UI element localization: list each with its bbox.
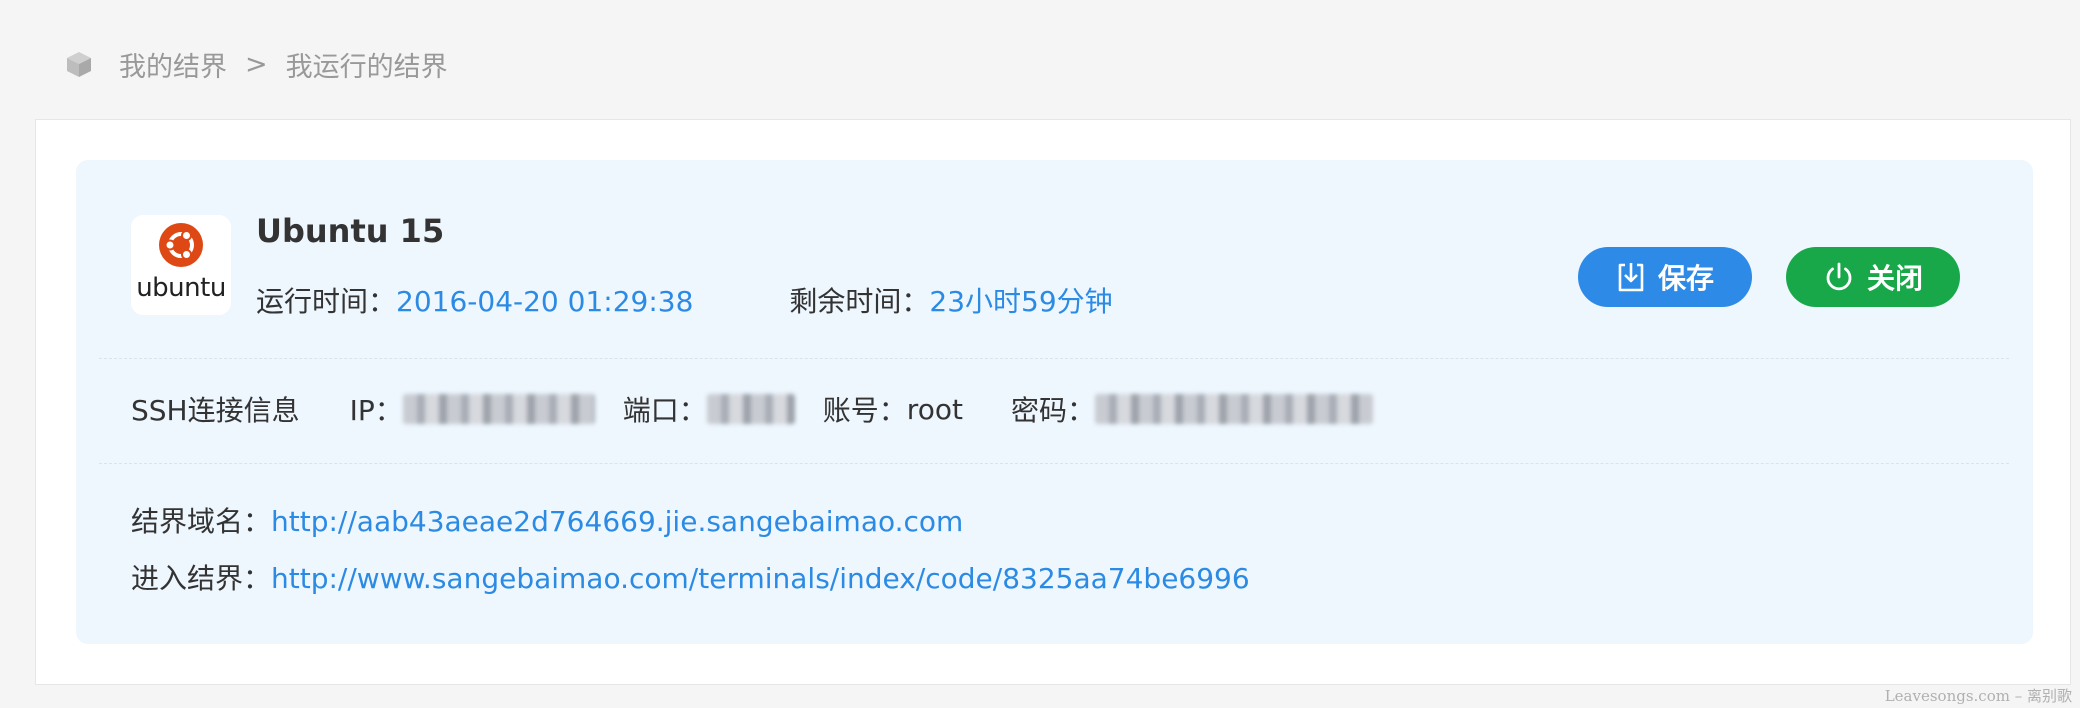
watermark: Leavesongs.com – 离别歌 [1884, 687, 2072, 705]
divider [99, 463, 2009, 464]
ssh-ip-redacted [402, 394, 595, 424]
close-button[interactable]: 关闭 [1786, 247, 1960, 307]
enter-row: 进入结界：http://www.sangebaimao.com/terminal… [131, 557, 1250, 597]
run-time-label: 运行时间： [256, 285, 397, 318]
terminal-card: ubuntu Ubuntu 15 运行时间：2016-04-20 01:29:3… [35, 119, 2071, 685]
ssh-port-label: 端口： [622, 394, 707, 427]
save-button-label: 保存 [1657, 262, 1714, 295]
domain-row: 结界域名：http://aab43aeae2d764669.jie.sangeb… [131, 500, 963, 540]
run-time-value: 2016-04-20 01:29:38 [396, 285, 694, 318]
ubuntu-logo-text: ubuntu [136, 273, 226, 303]
ssh-account-label: 账号： [822, 394, 907, 427]
ubuntu-logo: ubuntu [131, 215, 231, 315]
ssh-port-redacted [706, 394, 795, 424]
save-download-icon [1618, 263, 1644, 292]
time-info: 运行时间：2016-04-20 01:29:38 剩余时间：23小时59分钟 [256, 280, 1113, 320]
ssh-password-redacted [1094, 394, 1373, 424]
save-button[interactable]: 保存 [1578, 247, 1752, 307]
terminal-title: Ubuntu 15 [256, 212, 445, 250]
breadcrumb-current[interactable]: 我运行的结界 [286, 45, 448, 84]
domain-label: 结界域名： [131, 505, 272, 538]
ssh-title: SSH连接信息 [131, 394, 300, 427]
remaining-time-label: 剩余时间： [789, 285, 930, 318]
ssh-ip-label: IP： [349, 394, 403, 427]
ssh-account: 账号： root [823, 389, 963, 429]
close-button-label: 关闭 [1866, 262, 1923, 295]
enter-label: 进入结界： [131, 562, 272, 595]
enter-link[interactable]: http://www.sangebaimao.com/terminals/ind… [271, 562, 1250, 595]
terminal-panel: ubuntu Ubuntu 15 运行时间：2016-04-20 01:29:3… [76, 160, 2033, 644]
breadcrumb: 我的结界 > 我运行的结界 [64, 44, 448, 84]
domain-link[interactable]: http://aab43aeae2d764669.jie.sangebaimao… [271, 505, 963, 538]
divider [99, 358, 2009, 359]
ssh-ip: IP： [350, 389, 595, 429]
power-icon [1826, 262, 1852, 291]
remaining-time-value: 23小时59分钟 [929, 285, 1113, 318]
ubuntu-circle-of-friends-icon [159, 223, 203, 267]
ssh-password-label: 密码： [1010, 394, 1095, 427]
breadcrumb-separator: > [245, 48, 268, 80]
breadcrumb-root-link[interactable]: 我的结界 [119, 45, 227, 84]
ssh-port: 端口： [623, 389, 795, 429]
cube-icon [67, 52, 91, 77]
ssh-info: SSH连接信息 IP： 端口： 账号： root 密码： [131, 386, 1401, 432]
ssh-account-value: root [906, 392, 963, 426]
ssh-password: 密码： [1011, 389, 1373, 429]
